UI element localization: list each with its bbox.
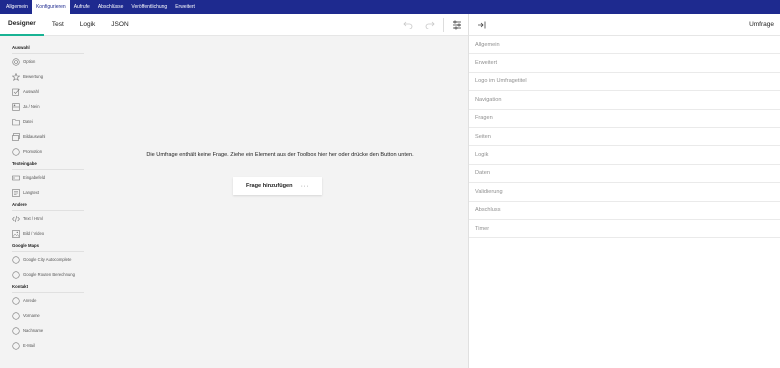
toolbox-item-eingabefeld[interactable]: Eingabefeld: [0, 170, 92, 185]
toolbox-item-nachname[interactable]: Nachname: [0, 323, 92, 338]
toolbox-item-anrede[interactable]: Anrede: [0, 293, 92, 308]
property-section-erweitert[interactable]: Erweitert: [469, 54, 780, 73]
properties-panel: Umfrage Allgemein Erweitert Logo im Umfr…: [468, 14, 780, 368]
checkbox-icon: [12, 88, 20, 96]
toolbox-item-text-html[interactable]: Text / Html: [0, 211, 92, 226]
property-section-validierung[interactable]: Validierung: [469, 183, 780, 202]
toolbar-divider: [443, 18, 444, 32]
property-section-abschluss[interactable]: Abschluss: [469, 202, 780, 220]
toolbox-item-label: Bild / Video: [23, 231, 45, 236]
property-section-logo[interactable]: Logo im Umfragetitel: [469, 73, 780, 92]
property-section-seiten[interactable]: Seiten: [469, 128, 780, 147]
toolbox-item-label: Text / Html: [23, 216, 43, 221]
circle-icon: [12, 147, 20, 156]
toolbox-item-email[interactable]: E-Mail: [0, 338, 92, 353]
toolbox-item-label: Langtext: [23, 190, 40, 195]
star-icon: [12, 72, 20, 81]
tab-designer[interactable]: Designer: [0, 14, 44, 36]
undo-icon[interactable]: [397, 14, 419, 36]
textarea-icon: [12, 188, 20, 197]
image-picker-icon: [12, 132, 20, 141]
toolbox-item-label: Anrede: [23, 298, 37, 303]
toolbox-item-google-routen-berechnung[interactable]: Google Routen Berechnung: [0, 267, 92, 282]
toolbox-group-title: Auswahl: [12, 44, 30, 50]
toolbox-group-title: Andere: [12, 201, 27, 207]
boolean-icon: [12, 102, 20, 111]
top-navigation: Allgemein Konfigurieren Aufrufe Abschlüs…: [0, 0, 780, 14]
more-options-icon[interactable]: ···: [301, 183, 310, 190]
circle-icon: [12, 270, 20, 279]
image-icon: [12, 229, 20, 238]
add-question-button[interactable]: Frage hinzufügen ···: [233, 177, 322, 195]
topnav-tab-erweitert[interactable]: Erweitert: [171, 0, 199, 14]
circle-icon: [12, 311, 20, 320]
toolbox-item-bildauswahl[interactable]: Bildauswahl: [0, 129, 92, 144]
toolbox-group-title: Google Maps: [12, 242, 39, 248]
design-canvas[interactable]: Die Umfrage enthält keine Frage. Ziehe e…: [92, 37, 468, 368]
toolbox-item-label: Ja / Nein: [23, 104, 40, 109]
circle-icon: [12, 296, 20, 305]
empty-survey-message: Die Umfrage enthält keine Frage. Ziehe e…: [146, 152, 414, 158]
toolbox-item-label: Nachname: [23, 328, 44, 333]
circle-icon: [12, 255, 20, 264]
input-icon: [12, 174, 20, 182]
folder-icon: [12, 118, 20, 126]
property-section-fragen[interactable]: Fragen: [469, 110, 780, 128]
toolbox-item-label: Google Routen Berechnung: [23, 272, 75, 277]
toolbox-item-label: Google City Autocomplete: [23, 257, 72, 262]
toolbox-item-langtext[interactable]: Langtext: [0, 185, 92, 200]
toolbox-item-auswahl[interactable]: Auswahl: [0, 84, 92, 99]
property-section-navigation[interactable]: Navigation: [469, 91, 780, 110]
topnav-tab-aufrufe[interactable]: Aufrufe: [70, 0, 94, 14]
toolbox-item-label: Bildauswahl: [23, 134, 46, 139]
property-section-timer[interactable]: Timer: [469, 220, 780, 239]
toolbox-item-bewertung[interactable]: Bewertung: [0, 69, 92, 84]
tab-logik[interactable]: Logik: [72, 14, 104, 36]
properties-title: Umfrage: [749, 21, 774, 28]
settings-icon[interactable]: [446, 14, 468, 36]
toolbox-item-label: Promotion: [23, 149, 43, 154]
toolbox-group-title: Texteingabe: [12, 160, 37, 166]
topnav-tab-veroeffentlichung[interactable]: Veröffentlichung: [127, 0, 171, 14]
toolbox-item-option[interactable]: Option: [0, 54, 92, 69]
properties-header: Umfrage: [469, 14, 780, 36]
circle-icon: [12, 326, 20, 335]
add-question-label: Frage hinzufügen: [245, 183, 293, 189]
topnav-tab-abschluesse[interactable]: Abschlüsse: [94, 0, 128, 14]
redo-icon[interactable]: [419, 14, 441, 36]
tab-json[interactable]: JSON: [103, 14, 136, 36]
toolbox-item-label: Auswahl: [23, 89, 39, 94]
toolbox-group-title: Kontakt: [12, 283, 28, 289]
toolbox-item-ja-nein[interactable]: Ja / Nein: [0, 99, 92, 114]
toolbox-item-promotion[interactable]: Promotion: [0, 144, 92, 159]
toolbox-item-bild-video[interactable]: Bild / Video: [0, 226, 92, 241]
radio-icon: [12, 57, 20, 66]
code-icon: [12, 215, 20, 223]
toolbox: Auswahl Option Bewertung Auswahl Ja / Ne…: [0, 37, 92, 368]
property-section-logik[interactable]: Logik: [469, 146, 780, 165]
circle-icon: [12, 341, 20, 350]
collapse-panel-icon[interactable]: [475, 19, 487, 31]
topnav-tab-konfigurieren[interactable]: Konfigurieren: [31, 0, 70, 14]
property-section-daten[interactable]: Daten: [469, 165, 780, 184]
tab-test[interactable]: Test: [44, 14, 72, 36]
toolbox-item-datei[interactable]: Datei: [0, 114, 92, 129]
designer-tab-bar: Designer Test Logik JSON: [0, 14, 468, 36]
toolbar-actions: [397, 14, 468, 36]
toolbox-item-label: Datei: [23, 119, 33, 124]
toolbox-item-label: Option: [23, 59, 36, 64]
toolbox-item-label: Bewertung: [23, 74, 44, 79]
toolbox-item-google-city-autocomplete[interactable]: Google City Autocomplete: [0, 252, 92, 267]
property-section-allgemein[interactable]: Allgemein: [469, 36, 780, 55]
toolbox-item-vorname[interactable]: Vorname: [0, 308, 92, 323]
toolbox-item-label: E-Mail: [23, 343, 35, 348]
toolbox-item-label: Eingabefeld: [23, 175, 46, 180]
toolbox-item-label: Vorname: [23, 313, 40, 318]
topnav-tab-allgemein[interactable]: Allgemein: [2, 0, 32, 14]
